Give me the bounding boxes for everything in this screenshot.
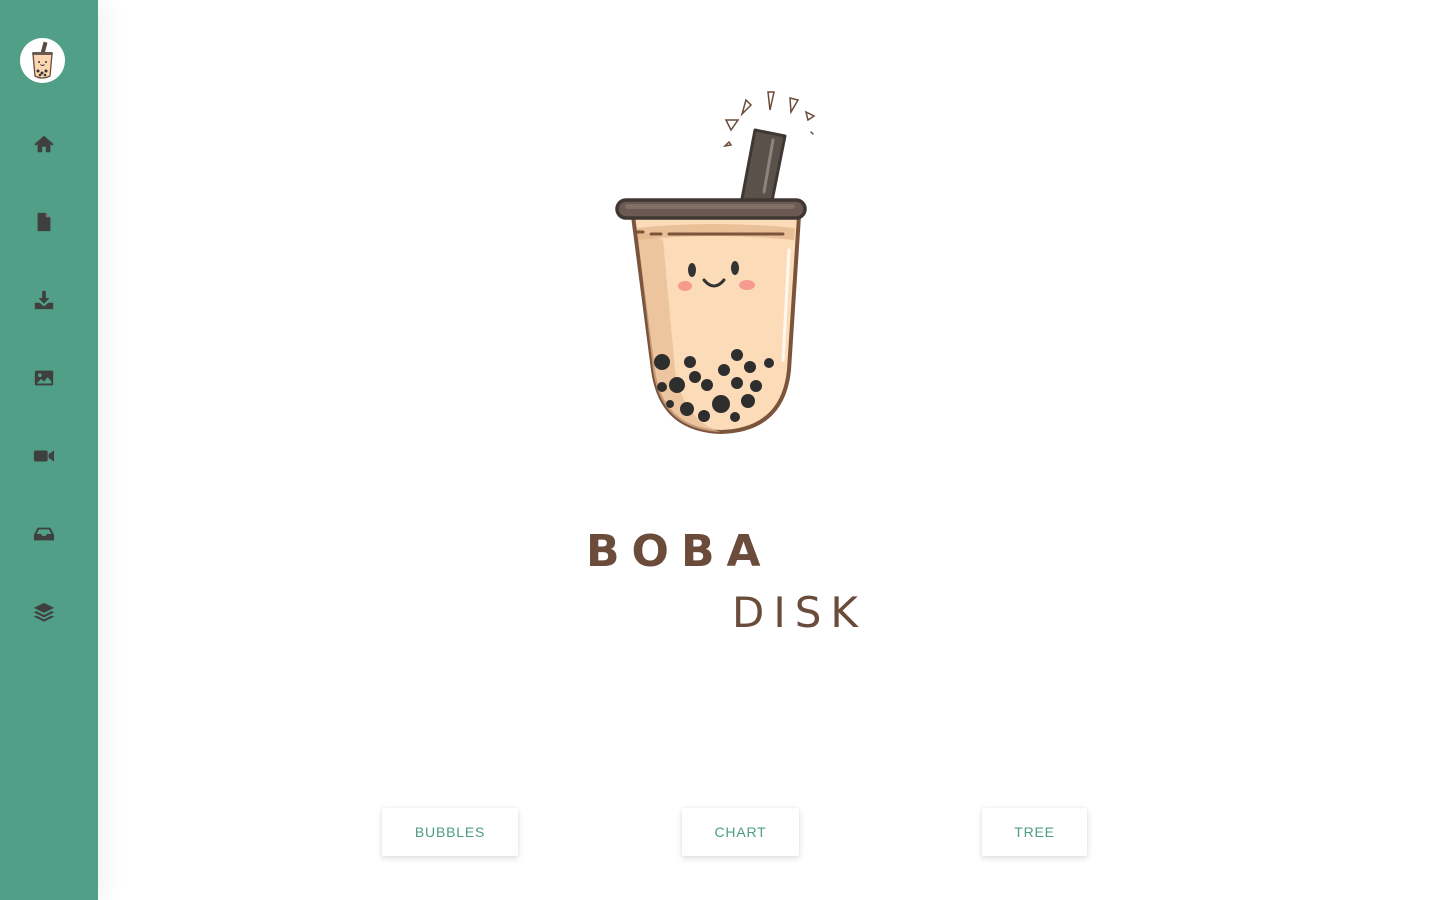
boba-cup-icon (32, 41, 53, 79)
sidebar (0, 0, 98, 900)
image-icon (34, 370, 54, 386)
download-icon (34, 290, 54, 310)
logo-word-boba: BOBA (586, 526, 773, 577)
home-icon (34, 135, 54, 153)
layers-icon (33, 602, 55, 622)
app: BOBA DISK BUBBLES CHART TREE (0, 0, 1440, 900)
video-icon (33, 450, 55, 462)
app-logo: BOBA DISK (568, 80, 868, 634)
avatar[interactable] (20, 38, 65, 83)
tree-button[interactable]: TREE (982, 808, 1087, 856)
bubbles-button[interactable]: BUBBLES (382, 808, 518, 856)
sidebar-item-videos[interactable] (0, 436, 98, 476)
sidebar-item-images[interactable] (0, 358, 98, 398)
inbox-icon (33, 527, 55, 541)
sidebar-item-files[interactable] (0, 202, 98, 242)
sidebar-item-home[interactable] (0, 124, 98, 164)
logo-word-disk: DISK (732, 588, 867, 637)
sidebar-item-inbox[interactable] (0, 514, 98, 554)
sidebar-item-layers[interactable] (0, 592, 98, 632)
boba-cup-icon (615, 91, 816, 434)
main-content: BOBA DISK BUBBLES CHART TREE (98, 0, 1440, 900)
file-icon (37, 212, 51, 232)
chart-button[interactable]: CHART (682, 808, 799, 856)
sidebar-item-downloads[interactable] (0, 280, 98, 320)
